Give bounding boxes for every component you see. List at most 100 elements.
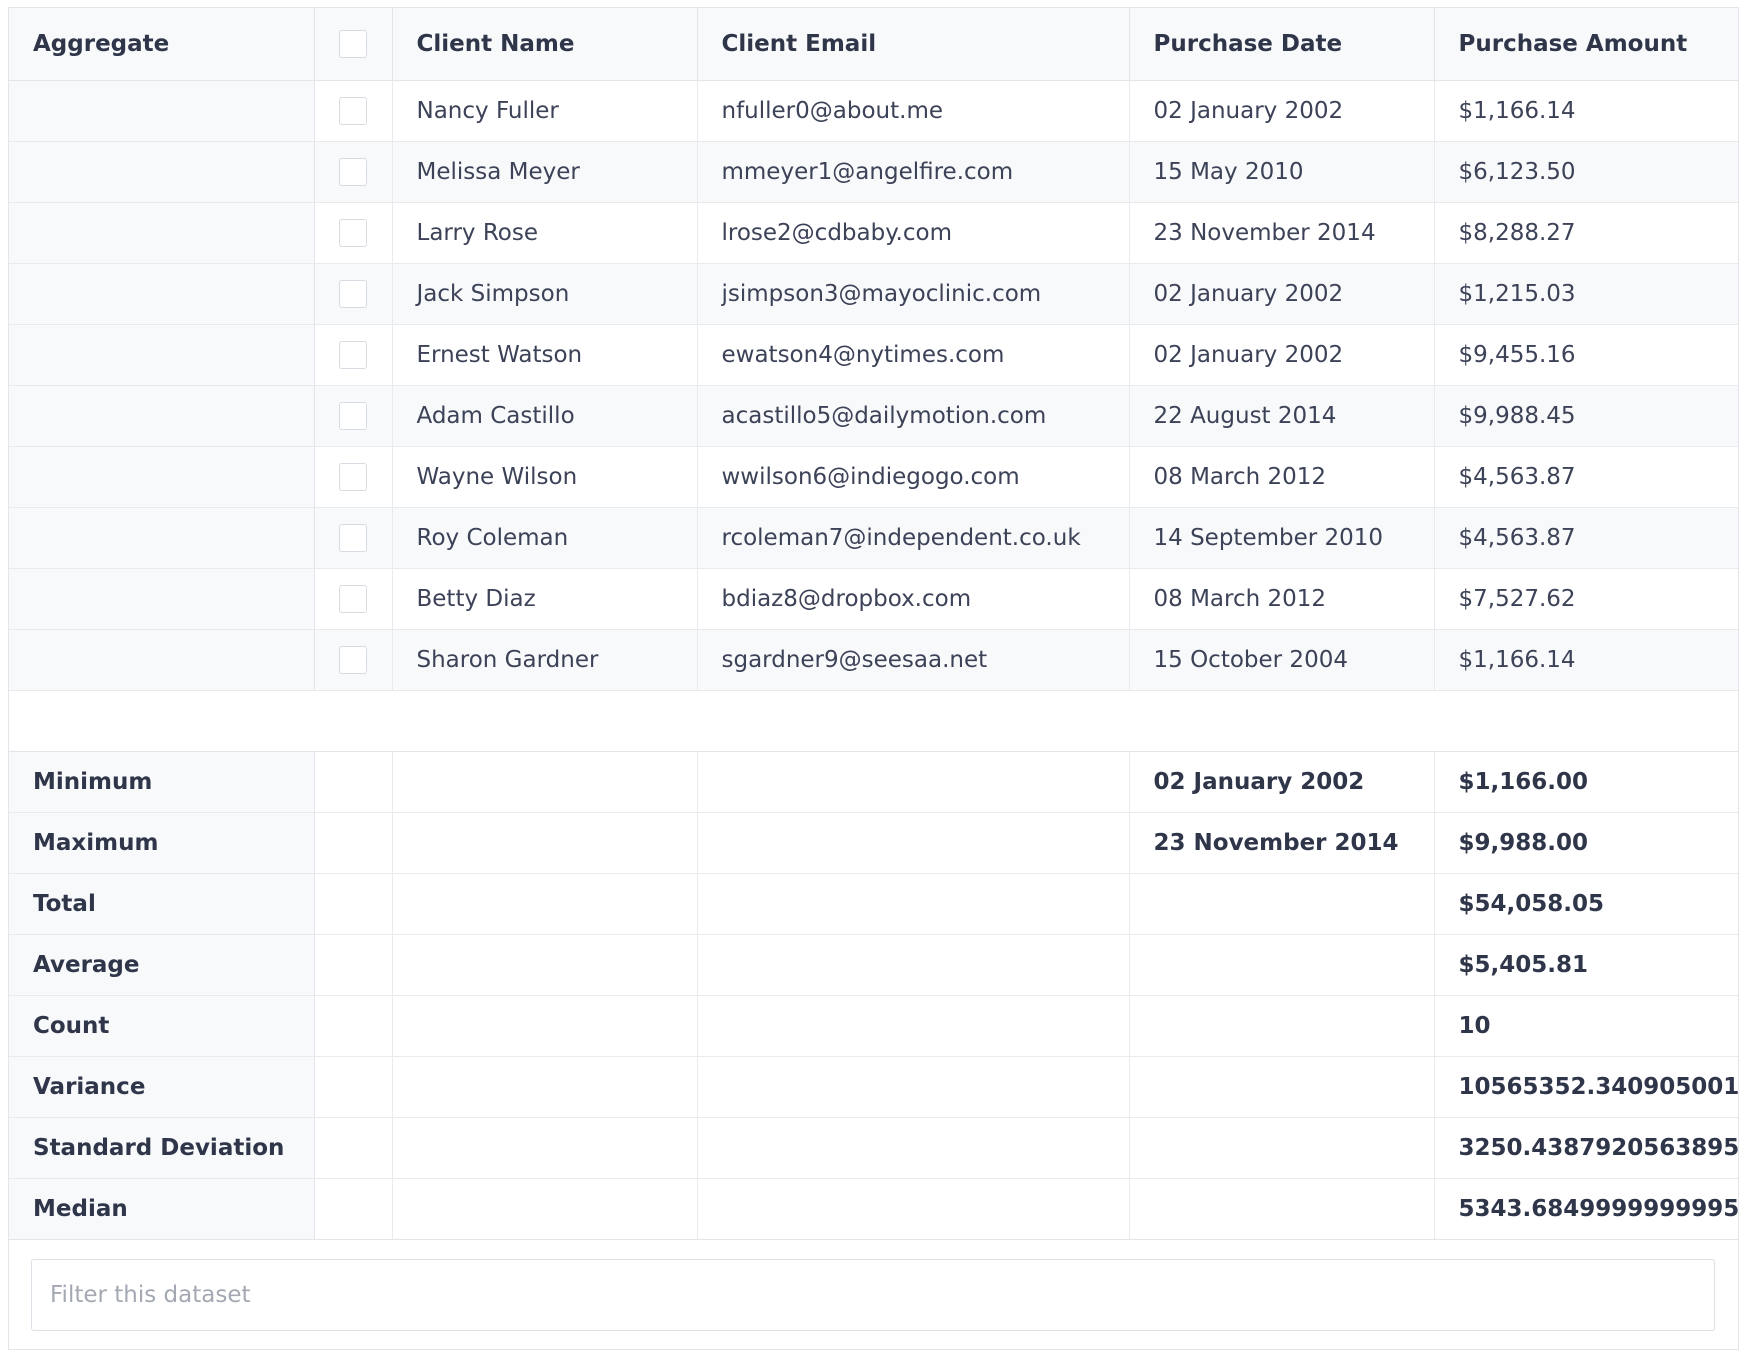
empty-cell: [392, 1178, 698, 1240]
purchase-date-cell: 23 November 2014: [1129, 202, 1435, 264]
header-client-email[interactable]: Client Email: [697, 8, 1130, 81]
aggregate-row: Maximum 23 November 2014 $9,988.00: [9, 812, 1738, 874]
empty-cell: [314, 751, 393, 813]
table-row[interactable]: Ernest Watson ewatson4@nytimes.com 02 Janu…: [9, 324, 1738, 386]
client-name-cell: Nancy Fuller: [392, 80, 698, 142]
aggregate-date-value: 02 January 2002: [1129, 751, 1435, 813]
purchase-date-cell: 08 March 2012: [1129, 568, 1435, 630]
row-checkbox[interactable]: [339, 584, 367, 613]
client-name-cell: Ernest Watson: [392, 324, 698, 386]
row-checkbox[interactable]: [339, 462, 367, 491]
aggregate-row: Variance 10565352.340905001: [9, 1056, 1738, 1118]
client-email-cell: acastillo5@dailymotion.com: [697, 385, 1130, 447]
row-checkbox[interactable]: [339, 279, 367, 308]
row-select-cell: [314, 507, 393, 569]
table-row[interactable]: Betty Diaz bdiaz8@dropbox.com 08 March 201…: [9, 568, 1738, 630]
aggregate-row: Total $54,058.05: [9, 873, 1738, 935]
aggregate-amount-value: 5343.6849999999995: [1434, 1178, 1738, 1240]
client-name-cell: Roy Coleman: [392, 507, 698, 569]
client-name-cell: Adam Castillo: [392, 385, 698, 447]
filter-input[interactable]: [31, 1259, 1715, 1331]
purchase-amount-cell: $8,288.27: [1434, 202, 1738, 264]
empty-cell: [314, 1117, 393, 1179]
aggregate-cell: [9, 324, 315, 386]
purchase-date-cell: 15 May 2010: [1129, 141, 1435, 203]
empty-cell: [314, 995, 393, 1057]
row-checkbox[interactable]: [339, 401, 367, 430]
aggregate-amount-value: $5,405.81: [1434, 934, 1738, 996]
header-purchase-amount[interactable]: Purchase Amount: [1434, 8, 1738, 81]
purchase-date-cell: 08 March 2012: [1129, 446, 1435, 508]
aggregate-amount-value: 3250.4387920563895: [1434, 1117, 1738, 1179]
client-name-cell: Wayne Wilson: [392, 446, 698, 508]
empty-cell: [314, 873, 393, 935]
aggregate-date-value: [1129, 873, 1435, 935]
empty-cell: [697, 934, 1130, 996]
empty-cell: [392, 934, 698, 996]
client-email-cell: bdiaz8@dropbox.com: [697, 568, 1130, 630]
aggregate-label: Variance: [9, 1056, 315, 1118]
aggregate-date-value: [1129, 1117, 1435, 1179]
table-row[interactable]: Roy Coleman rcoleman7@independent.co.uk 14…: [9, 507, 1738, 569]
table-row[interactable]: Melissa Meyer mmeyer1@angelfire.com 15 May…: [9, 141, 1738, 203]
row-checkbox[interactable]: [339, 96, 367, 125]
purchase-amount-cell: $9,455.16: [1434, 324, 1738, 386]
aggregate-date-value: [1129, 934, 1435, 996]
row-checkbox[interactable]: [339, 523, 367, 552]
aggregate-cell: [9, 202, 315, 264]
purchase-amount-cell: $1,166.14: [1434, 80, 1738, 142]
aggregate-row: Minimum 02 January 2002 $1,166.00: [9, 751, 1738, 813]
purchase-amount-cell: $6,123.50: [1434, 141, 1738, 203]
purchase-date-cell: 02 January 2002: [1129, 324, 1435, 386]
row-select-cell: [314, 629, 393, 691]
row-checkbox[interactable]: [339, 157, 367, 186]
select-all-checkbox[interactable]: [339, 29, 367, 58]
purchase-amount-cell: $4,563.87: [1434, 446, 1738, 508]
aggregate-row: Median 5343.6849999999995: [9, 1178, 1738, 1240]
empty-cell: [697, 1056, 1130, 1118]
spacer-row: [9, 690, 1738, 752]
empty-cell: [392, 873, 698, 935]
empty-cell: [392, 751, 698, 813]
aggregate-cell: [9, 629, 315, 691]
aggregate-cell: [9, 141, 315, 203]
aggregate-date-value: [1129, 1056, 1435, 1118]
purchase-amount-cell: $7,527.62: [1434, 568, 1738, 630]
purchase-date-cell: 22 August 2014: [1129, 385, 1435, 447]
aggregate-label: Standard Deviation: [9, 1117, 315, 1179]
aggregate-date-value: [1129, 995, 1435, 1057]
row-select-cell: [314, 385, 393, 447]
header-row: Aggregate Client Name Client Email Purch…: [9, 8, 1738, 81]
purchase-date-cell: 14 September 2010: [1129, 507, 1435, 569]
empty-cell: [697, 812, 1130, 874]
table-row[interactable]: Nancy Fuller nfuller0@about.me 02 January …: [9, 80, 1738, 142]
client-name-cell: Betty Diaz: [392, 568, 698, 630]
row-checkbox[interactable]: [339, 218, 367, 247]
aggregate-amount-value: 10565352.340905001: [1434, 1056, 1738, 1118]
empty-cell: [697, 1117, 1130, 1179]
table-row[interactable]: Wayne Wilson wwilson6@indiegogo.com 08 Mar…: [9, 446, 1738, 508]
purchase-amount-cell: $4,563.87: [1434, 507, 1738, 569]
table-row[interactable]: Sharon Gardner sgardner9@seesaa.net 15 Oct…: [9, 629, 1738, 691]
data-table-panel: Aggregate Client Name Client Email Purch…: [8, 7, 1739, 1350]
aggregate-row: Standard Deviation 3250.4387920563895: [9, 1117, 1738, 1179]
row-checkbox[interactable]: [339, 340, 367, 369]
aggregate-cell: [9, 385, 315, 447]
header-client-name[interactable]: Client Name: [392, 8, 698, 81]
client-email-cell: wwilson6@indiegogo.com: [697, 446, 1130, 508]
table-row[interactable]: Larry Rose lrose2@cdbaby.com 23 November 2…: [9, 202, 1738, 264]
aggregate-row: Average $5,405.81: [9, 934, 1738, 996]
aggregate-amount-value: $9,988.00: [1434, 812, 1738, 874]
empty-cell: [697, 751, 1130, 813]
aggregate-cell: [9, 568, 315, 630]
empty-cell: [314, 1178, 393, 1240]
header-purchase-date[interactable]: Purchase Date: [1129, 8, 1435, 81]
table-row[interactable]: Adam Castillo acastillo5@dailymotion.com 2…: [9, 385, 1738, 447]
header-aggregate: Aggregate: [9, 8, 315, 81]
aggregate-label: Total: [9, 873, 315, 935]
row-checkbox[interactable]: [339, 645, 367, 674]
aggregate-label: Average: [9, 934, 315, 996]
table-row[interactable]: Jack Simpson jsimpson3@mayoclinic.com 02 J…: [9, 263, 1738, 325]
empty-cell: [697, 1178, 1130, 1240]
header-select-all-cell: [314, 8, 393, 81]
